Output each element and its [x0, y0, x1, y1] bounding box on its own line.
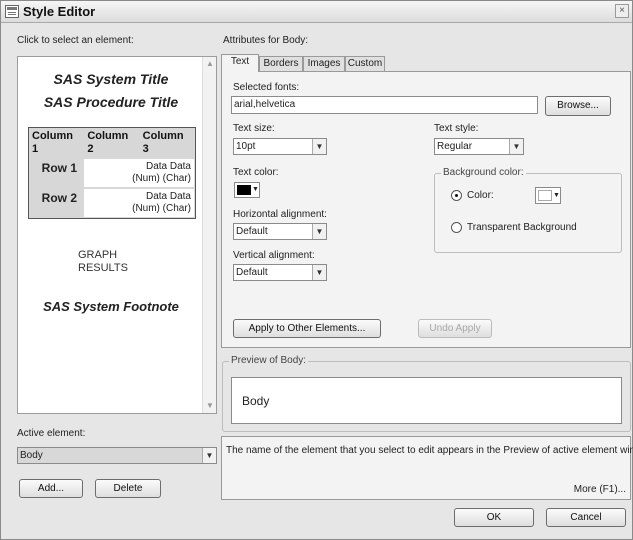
data-cell-type: (Num) (Char): [132, 173, 191, 184]
horizontal-alignment-select[interactable]: Default ▼: [233, 223, 327, 240]
sas-output-table[interactable]: Column 1 Column 2 Column 3 Row 1 Data Da…: [28, 127, 196, 219]
tab-custom[interactable]: Custom: [345, 56, 385, 72]
row-header[interactable]: Row 2: [29, 188, 83, 218]
preview-scrollbar[interactable]: ▲ ▼: [202, 57, 216, 413]
background-color-picker[interactable]: ▼: [535, 187, 561, 204]
data-cell-type: (Num) (Char): [132, 203, 191, 214]
graph-results-element[interactable]: GRAPH RESULTS: [78, 249, 128, 275]
column-header[interactable]: Column 3: [140, 128, 195, 158]
table-header-row: Column 1 Column 2 Column 3: [29, 128, 195, 158]
column-header[interactable]: Column 1: [29, 128, 84, 158]
text-color-picker[interactable]: ▼: [234, 182, 260, 198]
preview-box: Body: [231, 377, 622, 424]
color-radio[interactable]: [451, 190, 462, 201]
chevron-down-icon[interactable]: ▼: [252, 185, 259, 195]
apply-to-other-elements-button[interactable]: Apply to Other Elements...: [233, 319, 381, 338]
chevron-down-icon[interactable]: ▼: [202, 448, 216, 463]
text-style-label: Text style:: [434, 123, 479, 134]
chevron-down-icon[interactable]: ▼: [312, 265, 326, 280]
help-info-panel: The name of the element that you select …: [221, 436, 633, 500]
add-button[interactable]: Add...: [19, 479, 83, 498]
transparent-radio[interactable]: [451, 222, 462, 233]
help-text: The name of the element that you select …: [226, 445, 633, 456]
horizontal-alignment-value: Default: [236, 226, 268, 237]
more-help-link[interactable]: More (F1)...: [574, 484, 626, 495]
cancel-button[interactable]: Cancel: [546, 508, 626, 527]
text-size-label: Text size:: [233, 123, 275, 134]
sas-system-footnote[interactable]: SAS System Footnote: [18, 299, 204, 314]
background-color-label: Background color:: [441, 167, 526, 178]
vertical-alignment-value: Default: [236, 267, 268, 278]
scroll-up-icon[interactable]: ▲: [205, 59, 215, 69]
active-element-select[interactable]: Body ▼: [17, 447, 217, 464]
sas-procedure-title[interactable]: SAS Procedure Title: [18, 94, 204, 110]
preview-group-label: Preview of Body:: [229, 355, 309, 366]
active-element-label: Active element:: [17, 428, 86, 439]
text-color-label: Text color:: [233, 167, 279, 178]
color-radio-label: Color:: [467, 190, 494, 201]
row-header[interactable]: Row 1: [29, 158, 83, 188]
graph-label: GRAPH: [78, 249, 118, 261]
data-cell-line: Data Data: [145, 161, 191, 172]
vertical-alignment-select[interactable]: Default ▼: [233, 264, 327, 281]
close-icon[interactable]: ×: [615, 4, 629, 18]
transparent-radio-label: Transparent Background: [467, 222, 577, 233]
text-color-swatch: [237, 185, 251, 195]
window-title: Style Editor: [23, 4, 96, 19]
vertical-alignment-label: Vertical alignment:: [233, 250, 315, 261]
attributes-label: Attributes for Body:: [223, 35, 309, 46]
text-style-select[interactable]: Regular ▼: [434, 138, 524, 155]
text-size-value: 10pt: [236, 141, 256, 152]
tab-borders[interactable]: Borders: [259, 56, 303, 72]
data-cell[interactable]: Data Data (Num) (Char): [84, 159, 194, 187]
sas-system-title[interactable]: SAS System Title: [18, 71, 204, 87]
data-cell-line: Data Data: [145, 191, 191, 202]
chevron-down-icon[interactable]: ▼: [553, 190, 560, 201]
results-label: RESULTS: [78, 262, 128, 274]
select-element-label: Click to select an element:: [17, 35, 134, 46]
table-row: Row 2 Data Data (Num) (Char): [29, 188, 195, 218]
ok-button[interactable]: OK: [454, 508, 534, 527]
style-editor-window: Style Editor × Click to select an elemen…: [0, 0, 633, 540]
selected-fonts-label: Selected fonts:: [233, 82, 300, 93]
background-color-swatch: [538, 190, 552, 201]
element-preview-pane[interactable]: SAS System Title SAS Procedure Title Col…: [17, 56, 217, 414]
preview-text: Body: [242, 394, 270, 408]
title-bar[interactable]: Style Editor ×: [1, 1, 632, 23]
text-size-select[interactable]: 10pt ▼: [233, 138, 327, 155]
selected-fonts-field[interactable]: arial,helvetica: [231, 96, 538, 114]
active-element-value: Body: [20, 450, 43, 461]
column-header[interactable]: Column 2: [84, 128, 139, 158]
chevron-down-icon[interactable]: ▼: [312, 224, 326, 239]
window-icon: [5, 5, 19, 18]
text-style-value: Regular: [437, 141, 473, 152]
background-color-group: Background color: Color: ▼ Transparent B…: [434, 167, 622, 253]
delete-button[interactable]: Delete: [95, 479, 161, 498]
table-row: Row 1 Data Data (Num) (Char): [29, 158, 195, 188]
tab-text[interactable]: Text: [221, 54, 259, 72]
horizontal-alignment-label: Horizontal alignment:: [233, 209, 327, 220]
undo-apply-button[interactable]: Undo Apply: [418, 319, 492, 338]
tab-images[interactable]: Images: [303, 56, 345, 72]
scroll-down-icon[interactable]: ▼: [205, 401, 215, 411]
browse-button[interactable]: Browse...: [545, 96, 611, 116]
chevron-down-icon[interactable]: ▼: [312, 139, 326, 154]
chevron-down-icon[interactable]: ▼: [509, 139, 523, 154]
data-cell[interactable]: Data Data (Num) (Char): [84, 189, 194, 217]
